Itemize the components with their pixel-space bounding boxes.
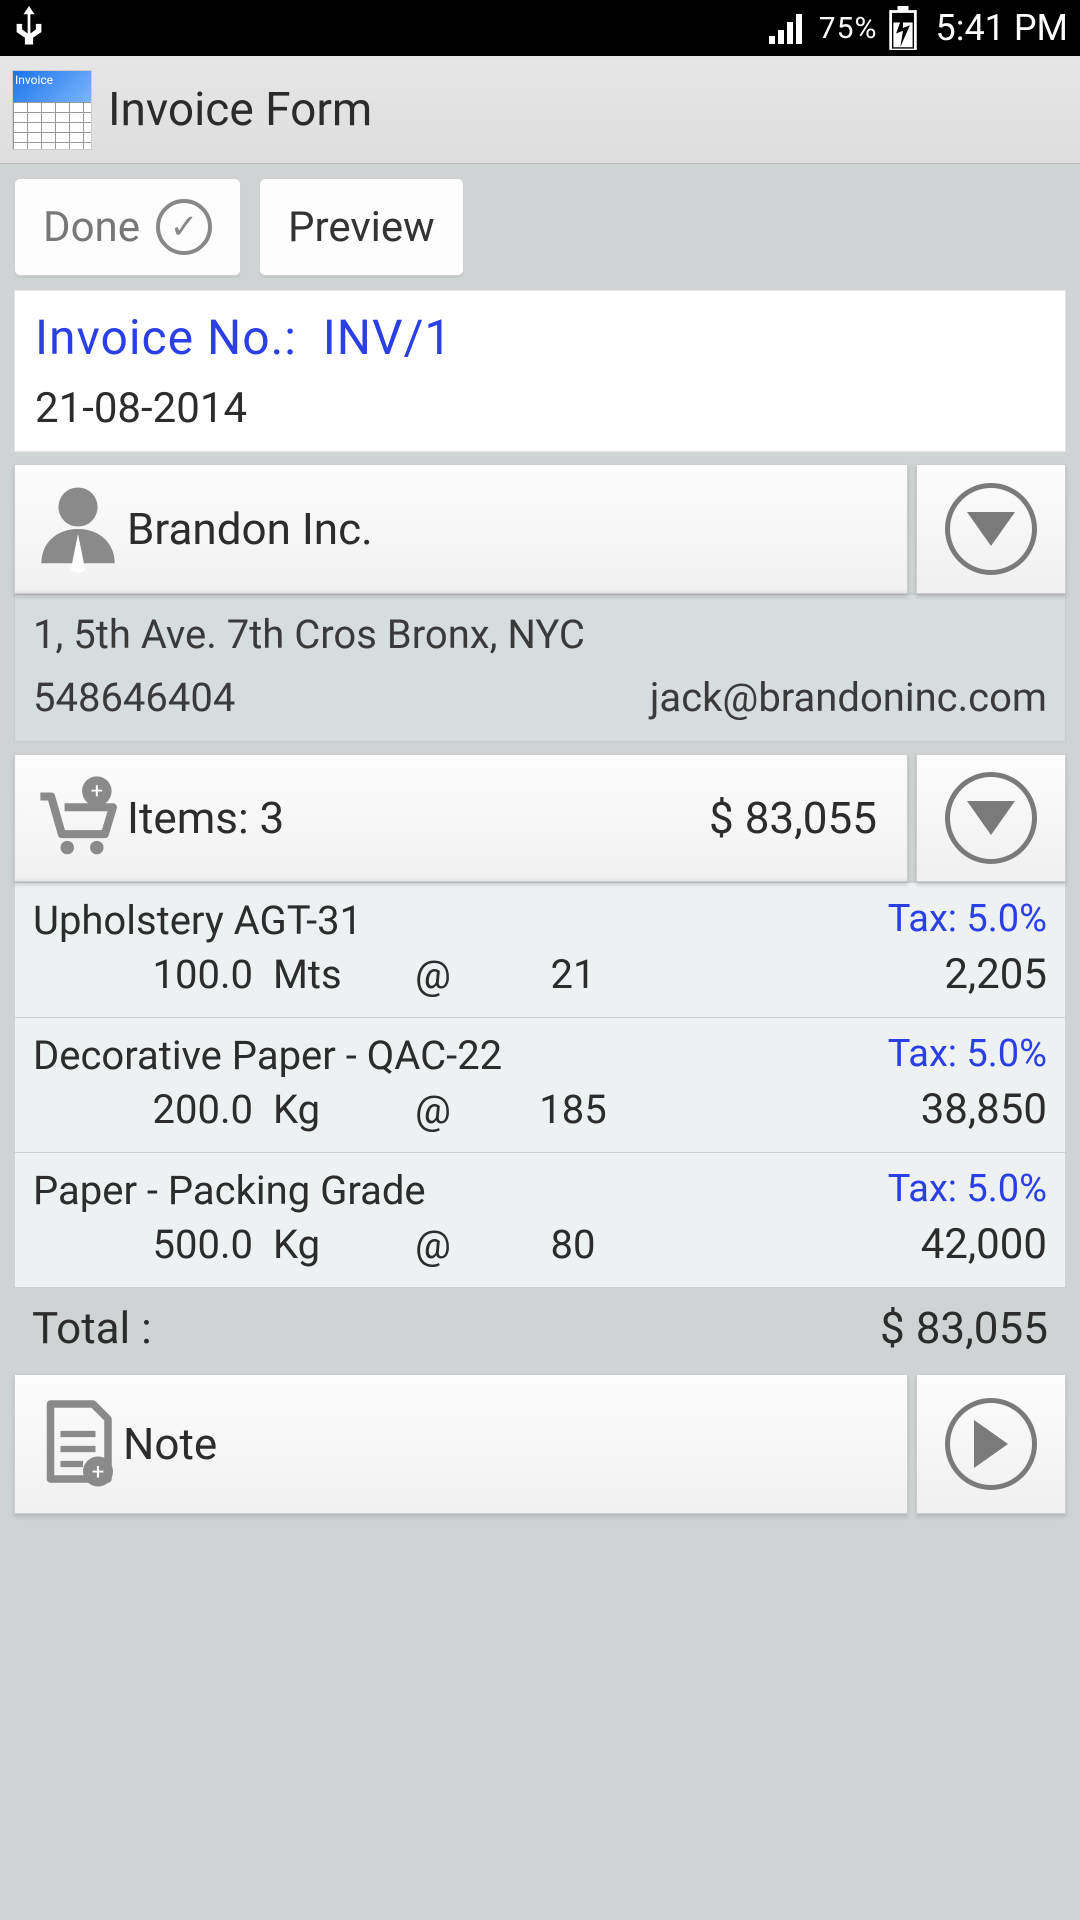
items-count-label: Items: 3: [127, 792, 284, 844]
person-icon: [33, 485, 123, 573]
item-row[interactable]: Decorative Paper - QAC-22 Tax: 5.0% 200.…: [15, 1017, 1065, 1152]
item-name: Paper - Packing Grade: [33, 1167, 426, 1214]
customer-details-panel[interactable]: 1, 5th Ave. 7th Cros Bronx, NYC 54864640…: [14, 594, 1066, 742]
item-rate: 185: [473, 1086, 673, 1133]
items-summary-row[interactable]: + Items: 3 $ 83,055: [14, 754, 908, 882]
usb-icon: [12, 6, 46, 50]
item-unit: Kg: [253, 1086, 393, 1133]
item-unit: Kg: [253, 1221, 393, 1268]
invoice-number: Invoice No.: INV/1: [35, 309, 1045, 366]
cart-add-icon: +: [33, 775, 123, 861]
preview-label: Preview: [288, 203, 435, 252]
item-at: @: [393, 1086, 473, 1133]
chevron-right-icon: [945, 1398, 1037, 1490]
item-tax: Tax: 5.0%: [888, 1032, 1047, 1079]
invoice-date: 21-08-2014: [35, 384, 1045, 433]
check-icon: ✓: [156, 199, 212, 255]
items-total-amount: $ 83,055: [709, 792, 877, 844]
item-line-total: 42,000: [673, 1220, 1047, 1269]
items-expand-button[interactable]: [916, 754, 1066, 882]
customer-email: jack@brandoninc.com: [650, 674, 1047, 721]
chevron-down-icon: [945, 483, 1037, 575]
app-title: Invoice Form: [108, 83, 372, 137]
preview-button[interactable]: Preview: [259, 178, 464, 276]
item-line-total: 38,850: [673, 1085, 1047, 1134]
item-at: @: [393, 1221, 473, 1268]
item-qty: 500.0: [33, 1221, 253, 1268]
item-name: Decorative Paper - QAC-22: [33, 1032, 502, 1079]
battery-charging-icon: [888, 6, 918, 50]
item-unit: Mts: [253, 951, 393, 998]
item-qty: 200.0: [33, 1086, 253, 1133]
customer-phone: 548646404: [33, 674, 235, 721]
battery-percent: 75%: [819, 11, 878, 46]
customer-expand-button[interactable]: [916, 464, 1066, 594]
item-at: @: [393, 951, 473, 998]
done-button[interactable]: Done ✓: [14, 178, 241, 276]
items-list: Upholstery AGT-31 Tax: 5.0% 100.0 Mts @ …: [14, 882, 1066, 1288]
done-label: Done: [43, 203, 140, 252]
note-label: Note: [123, 1418, 217, 1470]
svg-text:+: +: [91, 779, 103, 804]
note-section: + Note: [14, 1374, 1066, 1514]
note-button[interactable]: + Note: [14, 1374, 908, 1514]
item-name: Upholstery AGT-31: [33, 897, 362, 944]
status-bar: 75% 5:41 PM: [0, 0, 1080, 56]
note-add-icon: +: [33, 1399, 123, 1489]
app-bar: Invoice Invoice Form: [0, 56, 1080, 164]
customer-address: 1, 5th Ave. 7th Cros Bronx, NYC: [33, 611, 1047, 658]
customer-section: Brandon Inc.: [14, 464, 1066, 594]
customer-name: Brandon Inc.: [127, 503, 373, 555]
item-qty: 100.0: [33, 951, 253, 998]
app-icon: Invoice: [12, 70, 92, 150]
item-row[interactable]: Paper - Packing Grade Tax: 5.0% 500.0 Kg…: [15, 1152, 1065, 1287]
action-row: Done ✓ Preview: [0, 164, 1080, 290]
total-label: Total :: [32, 1302, 152, 1354]
clock-text: 5:41 PM: [936, 7, 1069, 49]
item-rate: 80: [473, 1221, 673, 1268]
total-row: Total : $ 83,055: [14, 1292, 1066, 1354]
item-line-total: 2,205: [673, 950, 1047, 999]
signal-icon: [769, 12, 809, 44]
chevron-down-icon: [945, 772, 1037, 864]
invoice-header-card[interactable]: Invoice No.: INV/1 21-08-2014: [14, 290, 1066, 452]
item-row[interactable]: Upholstery AGT-31 Tax: 5.0% 100.0 Mts @ …: [15, 883, 1065, 1017]
svg-text:+: +: [92, 1459, 105, 1485]
items-section: + Items: 3 $ 83,055: [14, 754, 1066, 882]
item-tax: Tax: 5.0%: [888, 897, 1047, 944]
note-expand-button[interactable]: [916, 1374, 1066, 1514]
customer-select[interactable]: Brandon Inc.: [14, 464, 908, 594]
item-tax: Tax: 5.0%: [888, 1167, 1047, 1214]
item-rate: 21: [473, 951, 673, 998]
total-value: $ 83,055: [880, 1302, 1048, 1354]
